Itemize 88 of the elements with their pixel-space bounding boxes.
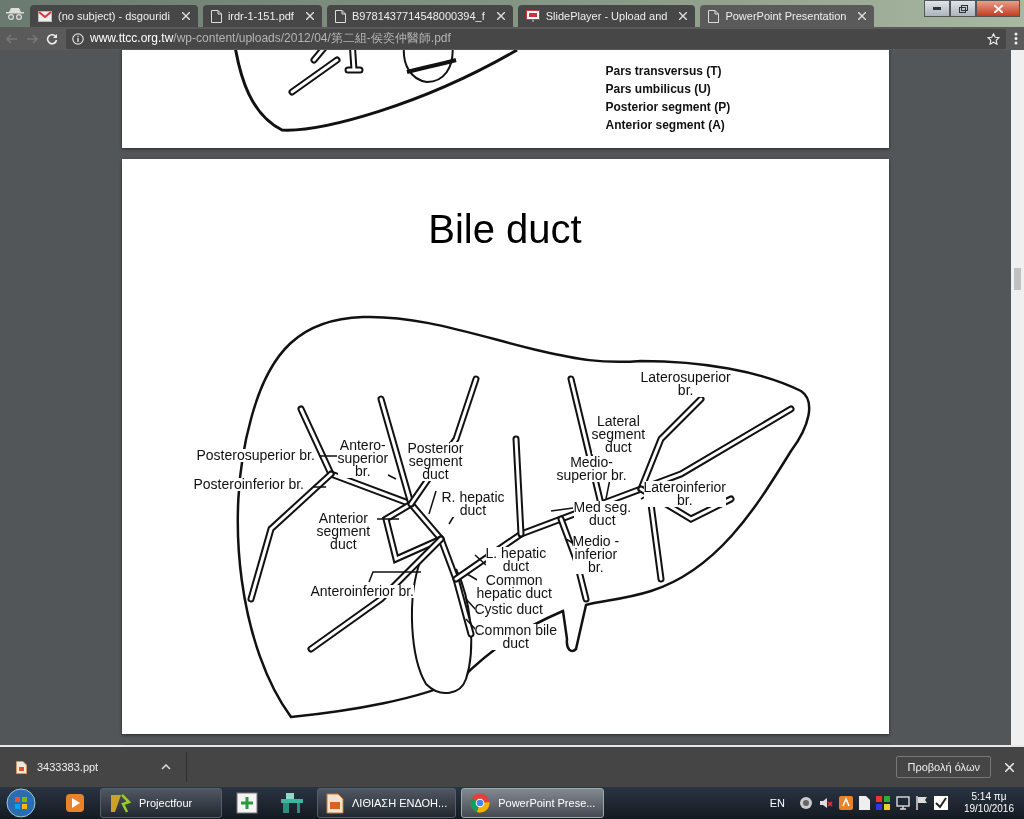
diagram-label: Laterosuperior br.: [640, 371, 731, 397]
chrome-icon: [470, 793, 491, 813]
browser-tab[interactable]: B9781437714548000394_f: [326, 5, 513, 27]
reload-icon[interactable]: [46, 32, 58, 45]
diagram-label: R. hepatic duct: [441, 491, 505, 517]
browser-tab[interactable]: (no subject) - dsgouridi: [30, 5, 198, 27]
download-item[interactable]: 3433383.ppt: [16, 752, 187, 782]
tab-title: irdr-1-151.pdf: [227, 10, 294, 22]
close-icon[interactable]: [181, 12, 190, 20]
mail-icon: [38, 10, 52, 22]
close-window-button[interactable]: [976, 0, 1020, 17]
app-logo-icon: [109, 792, 131, 814]
browser-tab[interactable]: PowerPoint Presentation: [700, 5, 875, 27]
taskbar-button[interactable]: Projectfour: [100, 788, 222, 818]
speaker-muted-icon[interactable]: [818, 796, 833, 810]
file-name: 3433383.ppt: [37, 761, 99, 773]
document-icon: [708, 9, 720, 23]
diagram-label: Med seg. duct: [573, 501, 632, 527]
diagram-label: Posterior segment duct: [407, 442, 464, 481]
restore-button[interactable]: [950, 0, 976, 17]
document-icon: [210, 9, 222, 23]
diagram-label: Posterosuperior br.: [196, 449, 315, 462]
star-icon[interactable]: [987, 32, 1000, 45]
desk-icon: [280, 792, 304, 814]
tab-title: (no subject) - dsgouridi: [58, 10, 170, 22]
app-tray-icon[interactable]: [838, 796, 853, 810]
legend-text: Posterior segment (P): [605, 100, 731, 114]
taskbar-label: PowerPoint Prese...: [498, 797, 596, 809]
info-icon[interactable]: [72, 32, 84, 45]
check-app-icon[interactable]: [933, 796, 948, 810]
legend-text: Anterior segment (A): [605, 118, 726, 132]
diagram-label: L. hepatic duct: [485, 547, 547, 573]
browser-tab[interactable]: irdr-1-151.pdf: [202, 5, 322, 27]
menu-icon[interactable]: [1014, 32, 1018, 45]
tab-title: SlidePlayer - Upload and: [545, 10, 668, 22]
scrollbar-thumb[interactable]: [1014, 268, 1021, 290]
close-icon[interactable]: [496, 12, 505, 20]
clock-time: 5:14 πμ: [971, 791, 1007, 803]
color-grid-icon[interactable]: [875, 796, 890, 810]
clock-date: 19/10/2016: [963, 803, 1014, 815]
close-icon: [993, 4, 1003, 13]
diagram-label: Anteroinferior br.: [310, 585, 414, 598]
taskbar-button[interactable]: PowerPoint Prese...: [461, 788, 605, 818]
address-field[interactable]: www.ttcc.org.tw/wp-content/uploads/2012/04/第二組-侯奕仲醫師.pdf: [66, 28, 1006, 49]
close-icon[interactable]: [305, 12, 314, 20]
clock[interactable]: 5:14 πμ 19/10/2016: [963, 791, 1014, 815]
incognito-icon[interactable]: [6, 7, 24, 20]
diagram-label: Posteroinferior br.: [193, 478, 304, 491]
legend-text: Pars transversus (T): [605, 64, 723, 78]
slides-icon: [525, 10, 540, 22]
browser-tab[interactable]: SlidePlayer - Upload and: [517, 5, 696, 27]
close-icon[interactable]: [1005, 762, 1014, 772]
close-icon[interactable]: [858, 12, 867, 20]
slide-title: Bile duct: [428, 207, 582, 252]
taskbar-label: Projectfour: [139, 797, 193, 809]
diagram-label: Common hepatic duct: [476, 574, 552, 600]
minimize-icon: [933, 7, 941, 10]
presentation-file-icon: [326, 792, 344, 814]
legend-text: Pars umbilicus (U): [605, 82, 712, 96]
media-player-icon: [65, 793, 85, 813]
diagram-label: Medio - inferior br.: [572, 535, 620, 574]
diagram-label: Lateroinferior br.: [643, 481, 726, 507]
language-indicator[interactable]: EN: [769, 797, 785, 809]
document-icon: [334, 9, 346, 23]
diagram-label: Anterior segment duct: [316, 512, 371, 551]
file-icon: [16, 760, 27, 774]
tab-title: B9781437714548000394_f: [351, 10, 485, 22]
diagram-label: Common bile duct: [474, 624, 557, 650]
url-text: www.ttcc.org.tw/wp-content/uploads/2012/04/第二組-侯奕仲醫師.pdf: [90, 30, 451, 47]
monitor-icon[interactable]: [895, 796, 910, 810]
network-icon[interactable]: [798, 796, 813, 810]
flag-icon[interactable]: [915, 796, 928, 810]
taskbar-label: ΛΙΘΙΑΣΗ ΕΝΔΟΗ...: [352, 797, 448, 809]
diagram-label: Cystic duct: [474, 603, 543, 616]
diagram-label: Antero- superior br.: [337, 439, 389, 478]
caret-icon[interactable]: [161, 764, 171, 770]
tab-title: PowerPoint Presentation: [725, 10, 847, 22]
scrollbar[interactable]: [1011, 50, 1024, 745]
show-all-button[interactable]: Προβολή όλων: [896, 756, 991, 778]
restore-icon: [958, 4, 968, 13]
diagram-label: Medio- superior br.: [556, 456, 627, 482]
add-window-icon: [236, 792, 258, 814]
close-icon[interactable]: [679, 12, 688, 20]
diagram-label: Lateral segment duct: [591, 415, 646, 454]
minimize-button[interactable]: [924, 0, 950, 17]
document-icon[interactable]: [858, 796, 870, 810]
taskbar-button[interactable]: ΛΙΘΙΑΣΗ ΕΝΔΟΗ...: [317, 788, 457, 818]
start-button-icon[interactable]: [6, 788, 36, 818]
